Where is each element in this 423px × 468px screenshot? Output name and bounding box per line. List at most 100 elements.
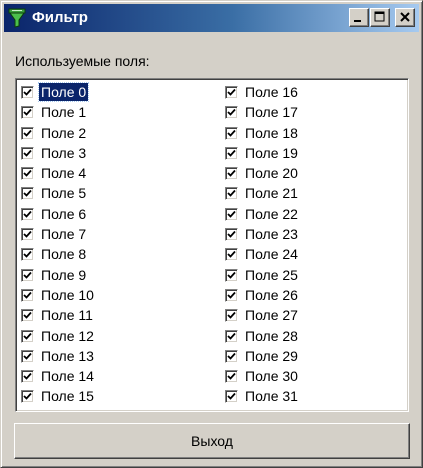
field-checkbox[interactable] bbox=[21, 106, 34, 120]
field-checkbox[interactable] bbox=[21, 187, 34, 201]
field-checkbox[interactable] bbox=[21, 146, 34, 160]
field-label: Поле 22 bbox=[245, 205, 298, 222]
field-label: Поле 14 bbox=[41, 368, 94, 385]
field-label: Поле 21 bbox=[245, 185, 298, 202]
checkmark-icon bbox=[23, 373, 32, 380]
field-label: Поле 16 bbox=[245, 84, 298, 100]
checkmark-icon bbox=[227, 312, 236, 320]
field-label: Поле 9 bbox=[41, 266, 87, 283]
filter-dialog: Фильтр Используемые поля: Поле 0 Поле 1 По… bbox=[0, 0, 423, 468]
checkmark-icon bbox=[227, 271, 236, 279]
field-checkbox[interactable] bbox=[21, 390, 34, 404]
checkmark-icon bbox=[23, 149, 32, 157]
field-checkbox[interactable] bbox=[225, 309, 238, 323]
field-label: Поле 28 bbox=[245, 327, 298, 344]
title-bar[interactable]: Фильтр bbox=[4, 4, 419, 32]
field-label: Поле 8 bbox=[41, 246, 87, 263]
field-checkbox[interactable] bbox=[225, 106, 238, 120]
checkmark-icon bbox=[23, 332, 32, 340]
fields-checklist[interactable]: Поле 0 Поле 1 Поле 2 Поле 3 Поле 4 Поле 5 Поле… bbox=[15, 78, 409, 412]
field-checkbox[interactable] bbox=[21, 309, 34, 323]
field-checkbox[interactable] bbox=[225, 146, 238, 160]
checkmark-icon bbox=[227, 373, 236, 380]
field-label: Поле 6 bbox=[41, 205, 87, 222]
checkmark-icon bbox=[227, 291, 236, 299]
checkmark-icon bbox=[23, 109, 32, 117]
checkmark-icon bbox=[23, 271, 32, 279]
field-checkbox[interactable] bbox=[225, 187, 238, 201]
field-checkbox[interactable] bbox=[21, 126, 34, 140]
field-label: Поле 17 bbox=[245, 104, 298, 121]
field-checkbox[interactable] bbox=[225, 370, 238, 384]
field-checkbox[interactable] bbox=[21, 288, 34, 302]
checkmark-icon bbox=[23, 210, 32, 218]
field-checkbox[interactable] bbox=[21, 207, 34, 221]
field-checkbox[interactable] bbox=[21, 228, 34, 242]
field-checkbox[interactable] bbox=[21, 167, 34, 181]
exit-button[interactable]: Выход bbox=[14, 423, 410, 459]
checkmark-icon bbox=[23, 230, 32, 238]
field-label: Поле 27 bbox=[245, 307, 298, 324]
filter-funnel-icon bbox=[8, 8, 26, 28]
field-checkbox[interactable] bbox=[225, 126, 238, 140]
field-label: Поле 7 bbox=[41, 226, 87, 243]
checkmark-icon bbox=[23, 393, 32, 401]
field-label: Поле 5 bbox=[41, 185, 87, 202]
checkmark-icon bbox=[227, 393, 236, 401]
checkmark-icon bbox=[23, 129, 32, 137]
field-checkbox[interactable] bbox=[21, 268, 34, 282]
field-label: Поле 26 bbox=[245, 286, 298, 303]
field-label: Поле 20 bbox=[245, 165, 298, 182]
field-label: Поле 10 bbox=[41, 286, 94, 303]
field-label: Поле 1 bbox=[41, 104, 87, 121]
minimize-icon bbox=[354, 20, 361, 22]
field-checkbox[interactable] bbox=[225, 349, 238, 363]
field-label: Поле 13 bbox=[41, 347, 94, 364]
checkmark-icon bbox=[227, 149, 236, 157]
field-label: Поле 2 bbox=[41, 124, 87, 141]
field-label: Поле 3 bbox=[41, 144, 87, 161]
field-label: Поле 25 bbox=[245, 266, 298, 283]
close-button[interactable] bbox=[395, 8, 415, 27]
field-checkbox[interactable] bbox=[21, 370, 34, 384]
field-checkbox[interactable] bbox=[225, 207, 238, 221]
field-checkbox[interactable] bbox=[21, 349, 34, 363]
field-checkbox[interactable] bbox=[225, 86, 238, 99]
field-label: Поле 12 bbox=[41, 327, 94, 344]
field-checkbox[interactable] bbox=[225, 390, 238, 404]
checkmark-icon bbox=[227, 332, 236, 340]
field-checkbox[interactable] bbox=[225, 329, 238, 343]
checkmark-icon bbox=[227, 230, 236, 238]
checkmark-icon bbox=[227, 129, 236, 137]
field-checkbox[interactable] bbox=[225, 248, 238, 262]
checkmark-icon bbox=[23, 291, 32, 299]
checkmark-icon bbox=[23, 352, 32, 360]
checkmark-icon bbox=[227, 109, 236, 117]
field-checkbox[interactable] bbox=[225, 268, 238, 282]
checkmark-icon bbox=[23, 312, 32, 320]
field-label: Поле 31 bbox=[245, 388, 298, 405]
field-checkbox[interactable] bbox=[21, 86, 34, 99]
field-checkbox[interactable] bbox=[225, 167, 238, 181]
field-label: Поле 11 bbox=[41, 307, 93, 324]
window-title: Фильтр bbox=[32, 9, 88, 26]
field-label: Поле 15 bbox=[41, 388, 94, 405]
checkmark-icon bbox=[23, 170, 32, 177]
field-label: Поле 30 bbox=[245, 368, 298, 385]
field-checkbox[interactable] bbox=[225, 228, 238, 242]
field-label: Поле 19 bbox=[245, 144, 298, 161]
close-icon bbox=[400, 12, 410, 22]
field-checkbox[interactable] bbox=[225, 288, 238, 302]
maximize-button[interactable] bbox=[370, 8, 390, 27]
field-label: Поле 4 bbox=[41, 165, 87, 182]
checkmark-icon bbox=[23, 251, 32, 259]
checkmark-icon bbox=[227, 352, 236, 360]
field-label: Поле 0 bbox=[37, 82, 90, 102]
field-checkbox[interactable] bbox=[21, 329, 34, 343]
checkmark-icon bbox=[227, 251, 236, 259]
minimize-button[interactable] bbox=[349, 8, 369, 27]
maximize-icon bbox=[374, 11, 385, 22]
checkmark-icon bbox=[227, 210, 236, 218]
field-label: Поле 29 bbox=[245, 347, 298, 364]
field-checkbox[interactable] bbox=[21, 248, 34, 262]
